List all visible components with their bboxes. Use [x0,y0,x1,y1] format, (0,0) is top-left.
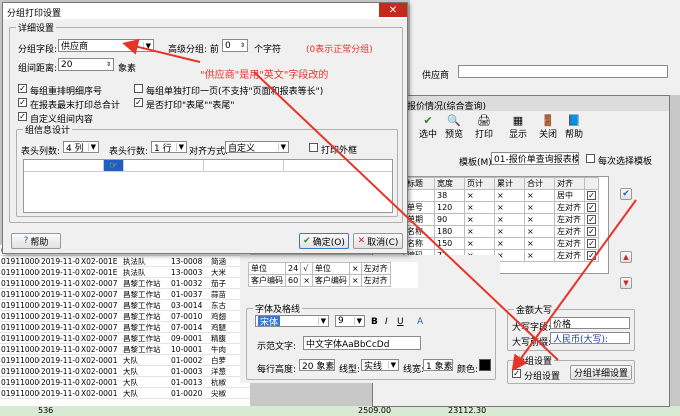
arrow-to-group-setting [253,71,559,361]
arrow-to-group-field [122,39,201,63]
annotation-arrows [122,39,637,372]
arrow-from-panel [511,199,637,372]
